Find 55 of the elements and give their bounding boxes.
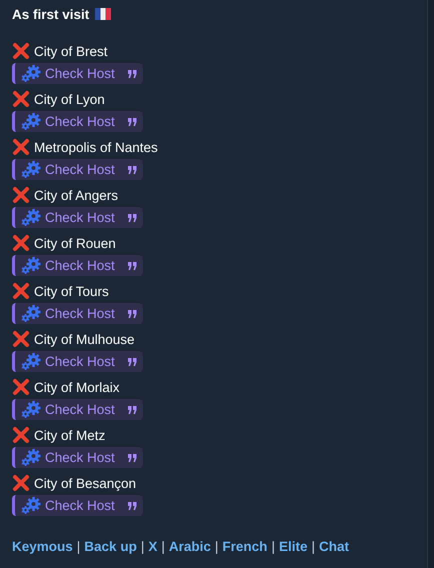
quote-icon bbox=[128, 70, 137, 78]
footer-link[interactable]: Arabic bbox=[168, 539, 211, 554]
check-host-quote[interactable]: Check Host bbox=[12, 111, 143, 132]
link-separator: | bbox=[214, 539, 218, 554]
gears-icon bbox=[21, 305, 41, 322]
gears-icon bbox=[21, 497, 41, 514]
quote-icon bbox=[128, 454, 137, 462]
quote-icon bbox=[128, 118, 137, 126]
link-separator: | bbox=[271, 539, 275, 554]
gears-icon bbox=[21, 257, 41, 274]
check-host-quote[interactable]: Check Host bbox=[12, 351, 143, 372]
link-separator: | bbox=[76, 539, 80, 554]
city-name: City of Besançon bbox=[34, 476, 136, 490]
city-name: City of Angers bbox=[34, 188, 118, 202]
gears-icon bbox=[21, 353, 41, 370]
link-separator: | bbox=[161, 539, 165, 554]
city-name: City of Metz bbox=[34, 428, 106, 442]
flag-icon bbox=[95, 8, 112, 20]
check-host-quote[interactable]: Check Host bbox=[12, 207, 143, 228]
footer-link[interactable]: Chat bbox=[318, 539, 349, 554]
check-host-quote[interactable]: Check Host bbox=[12, 255, 143, 276]
quote-icon bbox=[128, 214, 137, 222]
gears-icon bbox=[21, 209, 41, 226]
gears-icon bbox=[21, 161, 41, 178]
check-host-quote[interactable]: Check Host bbox=[12, 399, 143, 420]
city-name: City of Tours bbox=[34, 284, 109, 298]
city-name: City of Lyon bbox=[34, 92, 105, 106]
check-host-quote[interactable]: Check Host bbox=[12, 447, 143, 468]
gears-icon bbox=[21, 113, 41, 130]
footer-link[interactable]: Elite bbox=[278, 539, 308, 554]
footer-link[interactable]: X bbox=[148, 539, 158, 554]
message-title: As first visit bbox=[12, 6, 90, 22]
gears-icon bbox=[21, 449, 41, 466]
city-name: Metropolis of Nantes bbox=[34, 140, 158, 154]
quote-icon bbox=[128, 502, 137, 510]
city-name: City of Rouen bbox=[34, 236, 116, 250]
gears-icon bbox=[21, 401, 41, 418]
link-separator: | bbox=[311, 539, 315, 554]
city-name: City of Mulhouse bbox=[34, 332, 135, 346]
quote-icon bbox=[128, 406, 137, 414]
city-name: City of Morlaix bbox=[34, 380, 120, 394]
quote-icon bbox=[128, 358, 137, 366]
footer-link[interactable]: French bbox=[222, 539, 268, 554]
footer-link[interactable]: Keymous bbox=[12, 539, 73, 554]
gears-icon bbox=[21, 65, 41, 82]
link-separator: | bbox=[140, 539, 144, 554]
check-host-quote[interactable]: Check Host bbox=[12, 63, 143, 84]
check-host-quote[interactable]: Check Host bbox=[12, 159, 143, 180]
quote-icon bbox=[128, 166, 137, 174]
footer-link[interactable]: Back up bbox=[84, 539, 137, 554]
quote-icon bbox=[128, 310, 137, 318]
quote-icon bbox=[128, 262, 137, 270]
check-host-quote[interactable]: Check Host bbox=[12, 495, 143, 516]
check-host-quote[interactable]: Check Host bbox=[12, 303, 143, 324]
city-name: City of Brest bbox=[34, 44, 108, 58]
